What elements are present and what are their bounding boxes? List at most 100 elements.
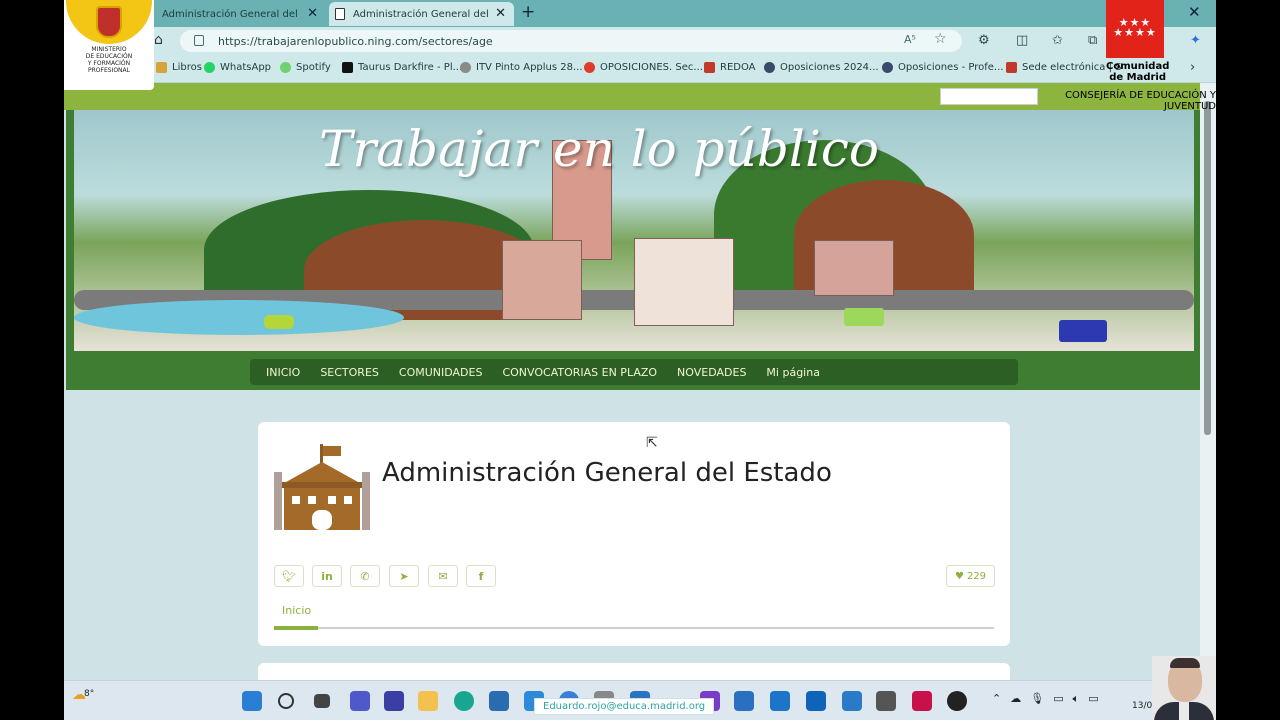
split-screen-icon[interactable]: ◫ [1016, 33, 1028, 48]
bookmark-oposiciones-profe[interactable]: Oposiciones - Profe... [882, 62, 1003, 73]
app-icon[interactable] [876, 691, 896, 711]
volume-icon[interactable]: 🔈︎ [1073, 692, 1080, 706]
powershell-icon[interactable] [734, 691, 754, 711]
clock[interactable]: 13/0 [1132, 701, 1152, 711]
close-tab-icon[interactable]: ✕ [495, 6, 506, 21]
weather-widget[interactable]: ☁ 8° [72, 687, 94, 703]
file-explorer-icon[interactable] [418, 691, 438, 711]
site-search-input[interactable] [940, 88, 1038, 105]
app-icon[interactable] [912, 691, 932, 711]
facebook-share-button[interactable]: f [466, 565, 496, 587]
nav-novedades[interactable]: NOVEDADES [677, 366, 746, 379]
email-label: Eduardo.rojo@educa.madrid.org [534, 698, 715, 715]
mouse-cursor-icon: ⇱ [646, 435, 658, 451]
bookmark-whatsapp[interactable]: WhatsApp [204, 62, 271, 73]
teams-icon[interactable] [350, 691, 370, 711]
hero-title: Trabajar en lo público [319, 120, 879, 178]
main-nav: INICIO SECTORES COMUNIDADES CONVOCATORIA… [250, 359, 1018, 385]
collections-icon[interactable]: ⧉ [1088, 33, 1097, 48]
mail-icon[interactable] [770, 691, 790, 711]
tab-divider [274, 627, 994, 629]
bookmark-libros[interactable]: Libros [156, 62, 202, 73]
stars-icon: ★★★ ★★★★ [1113, 16, 1157, 39]
whatsapp-share-button[interactable]: ✆ [350, 565, 380, 587]
start-icon[interactable] [242, 691, 262, 711]
new-tab-icon[interactable]: + [521, 2, 535, 22]
nav-convocatorias[interactable]: CONVOCATORIAS EN PLAZO [502, 366, 657, 379]
heart-icon: ♥ [954, 570, 964, 582]
webcam-overlay [1152, 656, 1216, 720]
presenter-shirt [1179, 702, 1189, 720]
amazon-icon [342, 62, 353, 73]
tab-inicio[interactable]: Inicio [282, 604, 311, 617]
edge-icon[interactable] [454, 691, 474, 711]
spain-seal [66, 0, 152, 44]
lock-icon[interactable] [194, 35, 204, 46]
twitter-share-button[interactable]: 🐦︎ [274, 565, 304, 587]
site-icon [704, 62, 715, 73]
tab-title: Administración General del Estado [162, 8, 297, 20]
favorite-star-icon[interactable]: ☆ [934, 31, 947, 47]
extensions-icon[interactable]: ⚙ [978, 33, 990, 48]
nav-comunidades[interactable]: COMUNIDADES [399, 366, 483, 379]
site-icon [1006, 62, 1017, 73]
photos-icon[interactable] [842, 691, 862, 711]
site-icon [460, 62, 471, 73]
task-view-icon[interactable] [314, 694, 330, 708]
like-count: 229 [966, 570, 987, 582]
home-icon[interactable]: ⌂ [154, 32, 163, 48]
address-bar-row: ⌂ https://trabajarenlopublico.ning.com/s… [64, 27, 1216, 55]
linkedin-icon: in [321, 569, 333, 583]
linkedin-share-button[interactable]: in [312, 565, 342, 587]
bookmark-spotify[interactable]: Spotify [280, 62, 331, 73]
truck [1059, 320, 1107, 342]
temperature: 8° [84, 689, 95, 699]
browser-tab-bar: Administración General del Estado ✕ Admi… [64, 0, 1216, 27]
browser-tab[interactable]: Administración General del Estado ✕ [156, 2, 326, 26]
browser-tab-active[interactable]: Administración General del Estado ✕ [329, 2, 514, 26]
mail-icon: ✉ [438, 569, 448, 583]
battery-icon[interactable]: ▭ [1088, 692, 1098, 706]
cloud-icon[interactable]: ☁ [1010, 692, 1021, 706]
ministry-logo: MINISTERIO DE EDUCACIÓN Y FORMACIÓN PROF… [64, 0, 154, 90]
favorites-icon[interactable]: ✩ [1052, 33, 1063, 48]
copilot-icon[interactable]: ✦ [1190, 33, 1201, 48]
telegram-share-button[interactable]: ➤ [389, 565, 419, 587]
outlook-icon[interactable] [806, 691, 826, 711]
recording-icon[interactable] [947, 691, 967, 711]
search-icon[interactable] [278, 693, 294, 709]
car [264, 315, 294, 329]
bookmarks-bar: Libros WhatsApp Spotify Taurus Darkfire … [64, 55, 1216, 83]
bookmark-oposiciones[interactable]: OPOSICIONES. Sec... [584, 62, 703, 73]
app-icon[interactable] [384, 691, 404, 711]
twitter-icon: 🐦︎ [282, 569, 296, 583]
site-icon [764, 62, 775, 73]
store-icon[interactable] [489, 691, 509, 711]
whatsapp-icon: ✆ [360, 569, 370, 583]
nav-sectores[interactable]: SECTORES [320, 366, 379, 379]
site-icon [584, 62, 595, 73]
microphone-icon[interactable]: 🎙︎ [1030, 692, 1044, 706]
email-share-button[interactable]: ✉ [428, 565, 458, 587]
bookmark-itv[interactable]: ITV Pinto Applus 28... [460, 62, 583, 73]
tab-title: Administración General del Estado [353, 8, 488, 20]
url-input[interactable]: https://trabajarenlopublico.ning.com/sec… [180, 30, 962, 52]
bookmark-oposiciones-2024[interactable]: Oposiciones 2024... [764, 62, 879, 73]
bookmark-redoa[interactable]: REDOA [704, 62, 756, 73]
telegram-icon: ➤ [399, 569, 409, 583]
close-tab-icon[interactable]: ✕ [307, 6, 318, 21]
display-icon[interactable]: ▭ [1053, 692, 1063, 706]
chevron-right-icon[interactable]: › [1190, 60, 1195, 75]
facebook-icon: f [478, 569, 484, 583]
window-close-icon[interactable]: ✕ [1188, 3, 1201, 21]
page-title: Administración General del Estado [382, 458, 832, 488]
nav-inicio[interactable]: INICIO [266, 366, 300, 379]
site-banner: Trabajar en lo público INICIO SECTORES C… [66, 110, 1200, 390]
scrollbar-thumb[interactable] [1204, 101, 1211, 435]
bookmark-sede[interactable]: Sede electrónica | S [1006, 62, 1122, 73]
read-aloud-icon[interactable]: A⁵ [904, 33, 916, 46]
bookmark-taurus[interactable]: Taurus Darkfire - Pl... [342, 62, 462, 73]
chevron-up-icon[interactable]: ⌃ [992, 692, 1001, 706]
like-button[interactable]: ♥ 229 [946, 565, 995, 587]
nav-mi-pagina[interactable]: Mi página [766, 366, 820, 379]
